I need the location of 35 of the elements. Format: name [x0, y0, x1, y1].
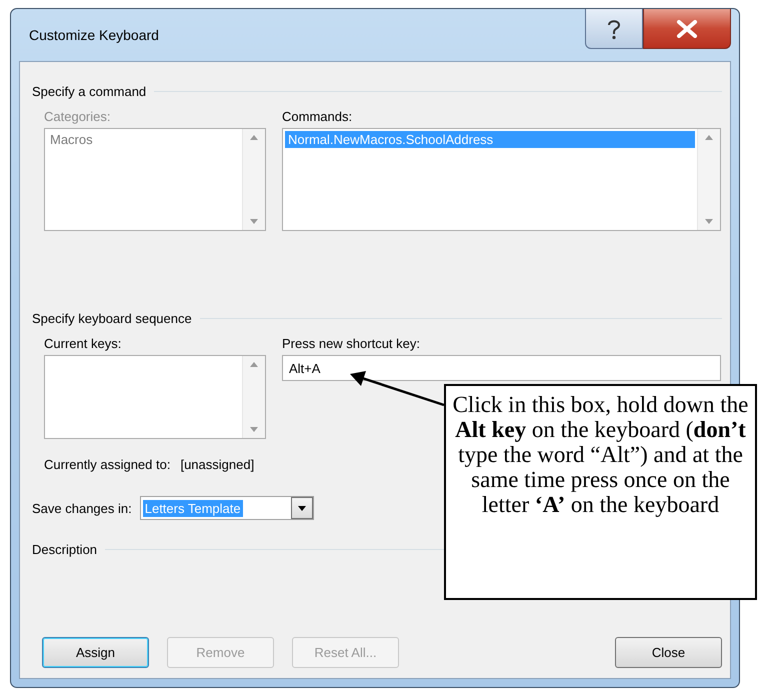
- list-box[interactable]: Normal.NewMacros.SchoolAddress: [282, 128, 721, 231]
- field-label: Commands:: [282, 109, 354, 124]
- field-label: Current keys:: [44, 336, 122, 351]
- scroll-bar[interactable]: [697, 129, 720, 230]
- assigned-value: [unassigned]: [180, 457, 254, 472]
- assigned-label: Currently assigned to:: [44, 457, 170, 472]
- section-heading: Specify a command: [32, 84, 146, 99]
- close-icon: [676, 20, 698, 38]
- dialog-button[interactable]: Close: [615, 637, 722, 668]
- field-label: Categories:: [44, 109, 112, 124]
- field-label: Press new shortcut key:: [282, 336, 421, 351]
- scroll-up-icon[interactable]: [250, 135, 258, 140]
- scroll-down-icon[interactable]: [250, 219, 258, 224]
- help-button[interactable]: [585, 9, 643, 49]
- dropdown-value: Letters Template: [142, 500, 243, 516]
- field-label: Save changes in:: [32, 500, 132, 516]
- callout-note: Click in this box, hold down the Alt key on the keyboard (don’t type the word “Alt”) and at the same time press once on the letter ‘A’ on the keyboard: [444, 384, 757, 600]
- scroll-bar[interactable]: [242, 129, 265, 230]
- scroll-bar[interactable]: [242, 356, 265, 438]
- close-button[interactable]: [643, 9, 731, 49]
- shortcut-input-field[interactable]: Alt+A: [282, 355, 721, 381]
- dialog-button[interactable]: Assign: [42, 637, 149, 668]
- section-heading: Specify keyboard sequence: [32, 311, 192, 326]
- scroll-up-icon[interactable]: [705, 135, 713, 140]
- help-icon: [606, 18, 622, 40]
- window-title: Customize Keyboard: [28, 27, 159, 43]
- list-item[interactable]: Normal.NewMacros.SchoolAddress: [285, 131, 695, 148]
- scroll-up-icon[interactable]: [250, 362, 258, 367]
- caret-icon: [298, 506, 306, 510]
- template-dropdown[interactable]: Letters Template: [140, 496, 314, 520]
- dropdown-button[interactable]: [290, 497, 313, 519]
- list-box[interactable]: [44, 355, 266, 439]
- section-heading: Description: [32, 542, 98, 557]
- scroll-down-icon[interactable]: [705, 219, 713, 224]
- scroll-down-icon[interactable]: [250, 427, 258, 432]
